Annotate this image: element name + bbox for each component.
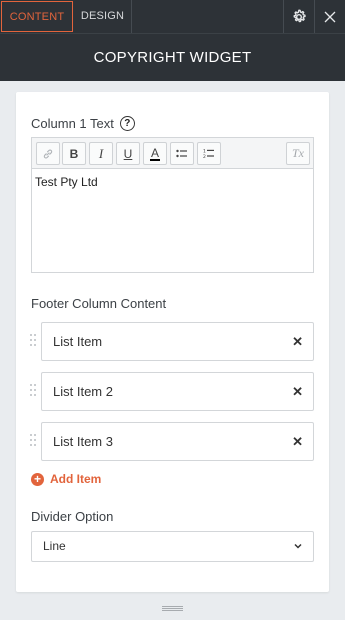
add-item-label: Add Item — [50, 472, 102, 486]
close-button[interactable] — [314, 0, 345, 33]
link-icon — [43, 149, 53, 158]
settings-button[interactable] — [283, 0, 314, 33]
remove-item-icon[interactable]: ✕ — [292, 323, 303, 360]
column1-label: Column 1 Text — [31, 116, 114, 131]
divider-select[interactable]: Line — [31, 531, 314, 562]
remove-item-icon[interactable]: ✕ — [292, 373, 303, 410]
bold-button[interactable]: B — [62, 142, 86, 165]
editor-toolbar: B I U A 1 2 Tx — [32, 138, 313, 169]
drag-handle-icon[interactable] — [30, 434, 36, 450]
list-item[interactable]: List Item 3 ✕ — [41, 422, 314, 461]
page-title: COPYRIGHT WIDGET — [93, 49, 252, 66]
list-item[interactable]: List Item ✕ — [41, 322, 314, 361]
help-icon[interactable]: ? — [119, 116, 135, 131]
list-item[interactable]: List Item 2 ✕ — [41, 372, 314, 411]
divider-option-label: Divider Option — [31, 509, 114, 524]
divider-select-value: Line — [43, 539, 66, 553]
italic-button[interactable]: I — [89, 142, 113, 165]
editor-content[interactable]: Test Pty Ltd — [32, 169, 313, 195]
close-icon — [324, 11, 336, 22]
widget-header: COPYRIGHT WIDGET — [0, 33, 345, 81]
footer-column-label: Footer Column Content — [31, 296, 167, 311]
svg-text:1: 1 — [203, 149, 206, 155]
plus-circle-icon: + — [31, 472, 44, 486]
list-item-label: List Item 2 — [53, 384, 113, 399]
drag-handle-icon[interactable] — [30, 334, 36, 350]
remove-item-icon[interactable]: ✕ — [292, 423, 303, 460]
numbered-list-icon: 1 2 — [203, 149, 214, 159]
tab-bar: CONTENT DESIGN — [0, 0, 345, 33]
text-color-icon: A — [149, 145, 160, 161]
bullet-list-button[interactable] — [170, 142, 194, 165]
gear-icon — [293, 9, 306, 22]
svg-text:2: 2 — [203, 154, 206, 159]
underline-button[interactable]: U — [116, 142, 140, 165]
tab-design[interactable]: DESIGN — [74, 0, 132, 33]
tab-content[interactable]: CONTENT — [1, 1, 73, 32]
bulleted-list-icon — [176, 149, 187, 157]
numbered-list-button[interactable]: 1 2 — [197, 142, 221, 165]
clear-format-button[interactable]: Tx — [286, 142, 310, 165]
column1-label-row: Column 1 Text ? — [31, 116, 135, 131]
list-item-label: List Item — [53, 334, 103, 349]
resize-handle-icon[interactable] — [162, 606, 183, 612]
add-item-button[interactable]: + Add Item — [31, 472, 101, 486]
list-item-label: List Item 3 — [53, 434, 113, 449]
drag-handle-icon[interactable] — [30, 384, 36, 400]
link-button[interactable] — [36, 142, 60, 165]
clear-format-icon: Tx — [292, 146, 304, 160]
chevron-down-icon — [294, 543, 302, 549]
rich-text-editor: B I U A 1 2 Tx Test Pty Ltd — [31, 137, 314, 273]
text-color-button[interactable]: A — [143, 142, 167, 165]
